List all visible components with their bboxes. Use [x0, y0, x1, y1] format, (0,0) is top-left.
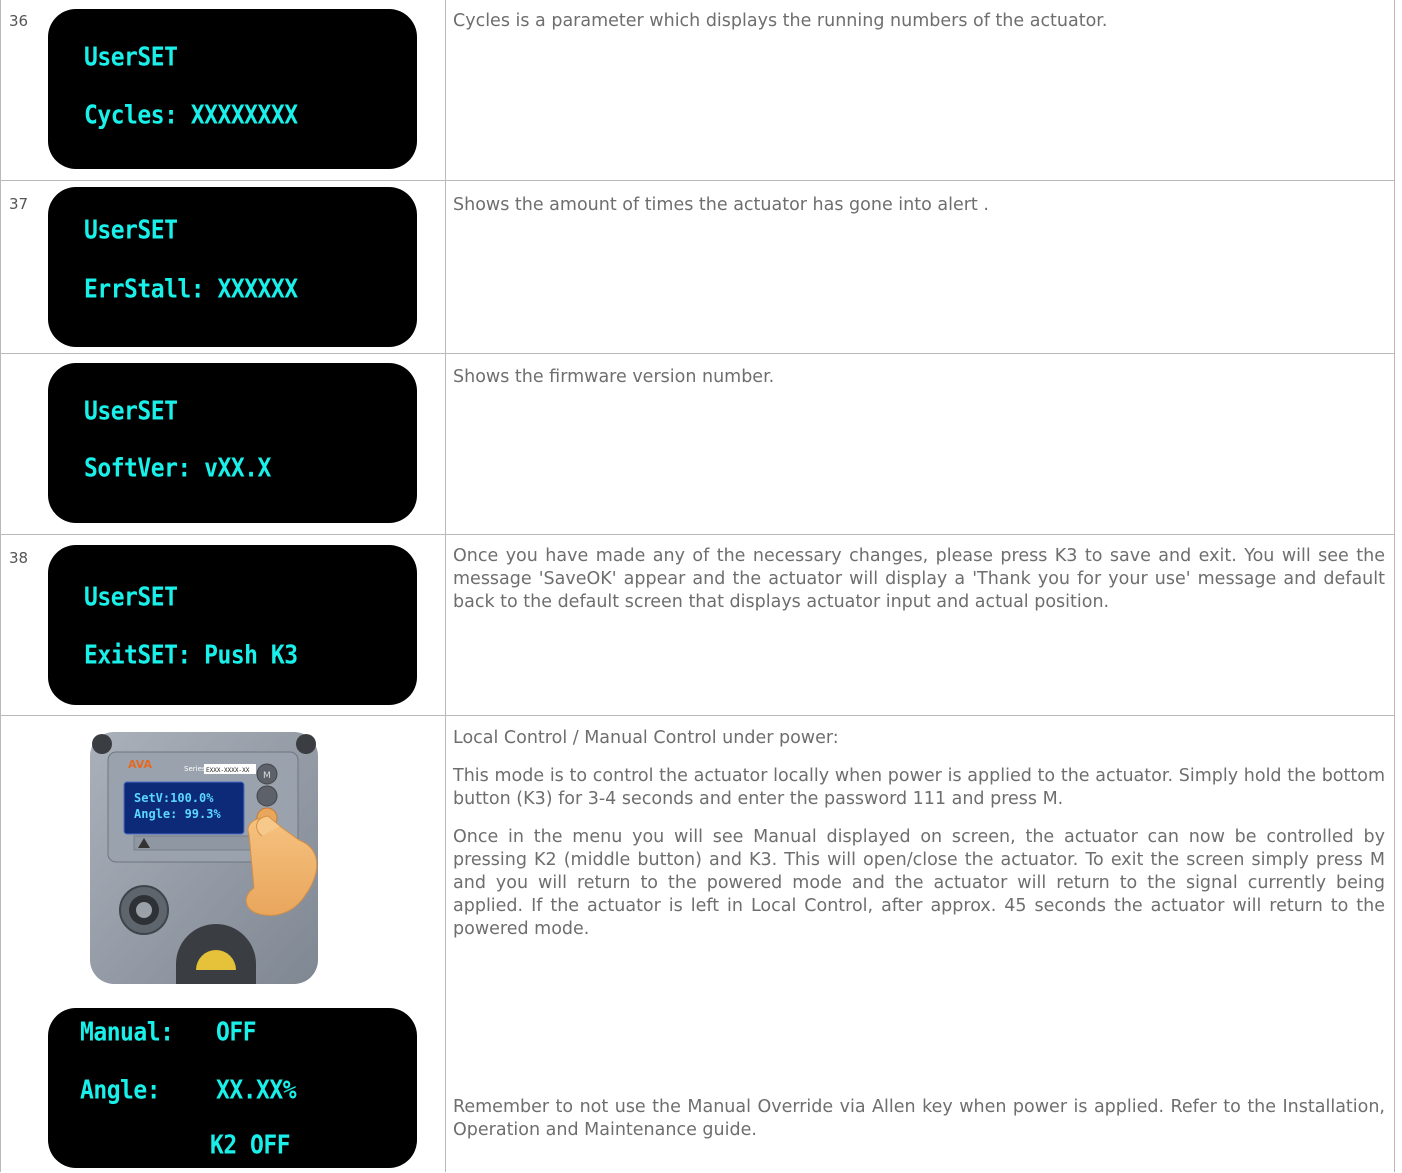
row-description: Once you have made any of the necessary …: [453, 545, 1385, 614]
actuator-photo: AVA Series: EXXX-XXXX-XX SetV:100.0% Ang…: [84, 726, 324, 984]
lcd-line-1: UserSET: [84, 583, 178, 613]
lcd-line-2: Cycles: XXXXXXXX: [84, 101, 298, 131]
description-text: Cycles is a parameter which displays the…: [453, 11, 1108, 31]
lcd-line-2: SoftVer: vXX.X: [84, 454, 271, 484]
table-row: UserSET SoftVer: vXX.X Shows the firmwar…: [0, 353, 1395, 535]
brand-logo: AVA: [128, 758, 153, 771]
lcd-line-2: ExitSET: Push K3: [84, 641, 298, 671]
manual-line-2-value: XX.XX%: [216, 1076, 297, 1106]
lcd-line-1: UserSET: [84, 43, 178, 73]
row-number: 38: [9, 549, 29, 567]
lcd-line-1: UserSET: [84, 216, 178, 246]
table-row: AVA Series: EXXX-XXXX-XX SetV:100.0% Ang…: [0, 715, 1395, 1173]
manual-line-1-value: OFF: [216, 1018, 257, 1048]
manual-paragraph: This mode is to control the actuator loc…: [453, 766, 1385, 809]
row-number: 37: [9, 195, 29, 213]
description-text: Shows the amount of times the actuator h…: [453, 195, 989, 215]
lcd-screen: UserSET ErrStall: XXXXXX: [48, 187, 417, 347]
photo-screen-line-2: Angle: 99.3%: [134, 807, 221, 821]
table-row: 37 UserSET ErrStall: XXXXXX Shows the am…: [0, 180, 1395, 354]
manual-note: Remember to not use the Manual Override …: [453, 1096, 1385, 1142]
description-text: Once you have made any of the necessary …: [453, 546, 1385, 612]
lcd-screen: UserSET ExitSET: Push K3: [48, 545, 417, 705]
lcd-line-2: ErrStall: XXXXXX: [84, 275, 298, 305]
row-description: Shows the firmware version number.: [453, 366, 1385, 389]
manual-paragraph-note: Remember to not use the Manual Override …: [453, 1097, 1385, 1140]
lcd-line-1: UserSET: [84, 397, 178, 427]
lcd-screen: UserSET SoftVer: vXX.X: [48, 363, 417, 523]
manual-description: Local Control / Manual Control under pow…: [453, 727, 1385, 941]
manual-line-2-label: Angle:: [80, 1076, 161, 1106]
manual-lcd-screen: Manual: OFF Angle: XX.XX% K2 OFF: [48, 1008, 417, 1168]
row-description: Cycles is a parameter which displays the…: [453, 10, 1385, 33]
photo-screen-line-1: SetV:100.0%: [134, 791, 214, 805]
series-value: EXXX-XXXX-XX: [206, 767, 250, 774]
manual-paragraph-heading: Local Control / Manual Control under pow…: [453, 728, 839, 748]
lcd-screen: UserSET Cycles: XXXXXXXX: [48, 9, 417, 169]
table-row: 38 UserSET ExitSET: Push K3 Once you hav…: [0, 534, 1395, 716]
manual-line-1-label: Manual:: [80, 1018, 174, 1048]
instruction-table: 36 UserSET Cycles: XXXXXXXX Cycles is a …: [0, 0, 1396, 1172]
manual-paragraph: Once in the menu you will see Manual dis…: [453, 827, 1385, 939]
table-row: 36 UserSET Cycles: XXXXXXXX Cycles is a …: [0, 0, 1395, 180]
svg-text:M: M: [263, 771, 271, 781]
manual-line-3: K2 OFF: [210, 1131, 291, 1161]
description-text: Shows the firmware version number.: [453, 367, 775, 387]
row-number: 36: [9, 12, 29, 30]
row-description: Shows the amount of times the actuator h…: [453, 194, 1385, 217]
